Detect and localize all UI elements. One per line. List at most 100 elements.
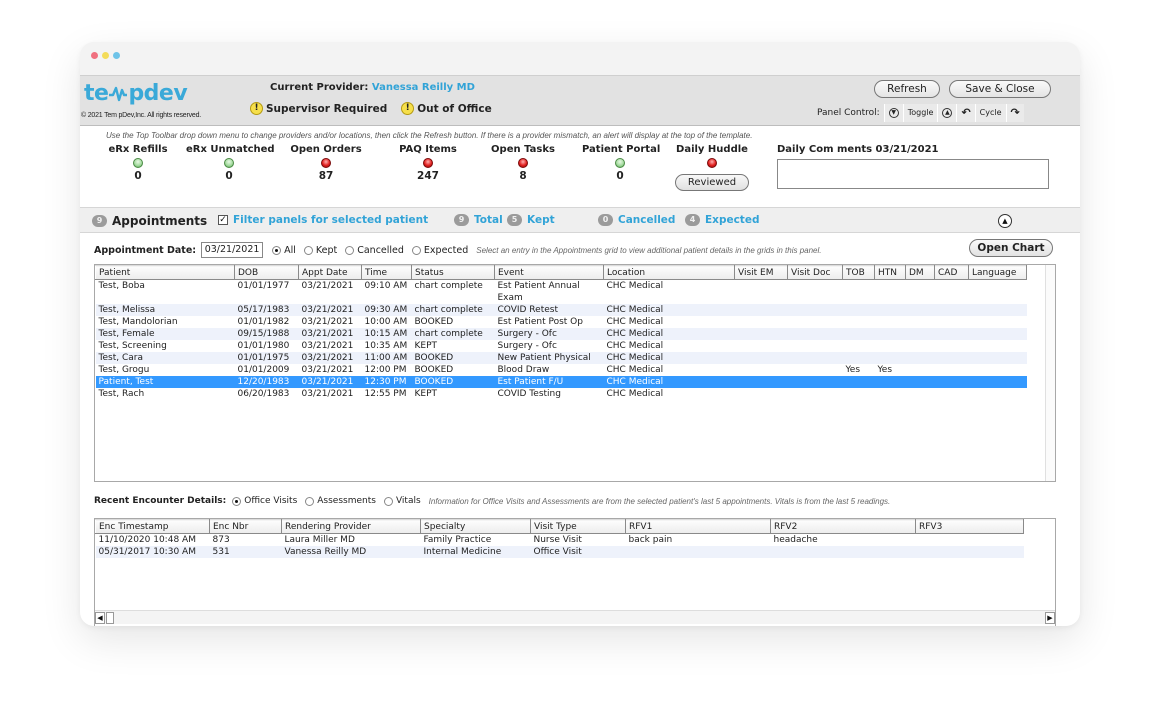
column-header[interactable]: Location xyxy=(603,265,735,280)
close-window-button[interactable] xyxy=(91,52,98,59)
column-header[interactable]: RFV3 xyxy=(915,519,1024,534)
radio-cancelled[interactable]: Cancelled xyxy=(345,245,404,256)
expand-all-button[interactable]: ▲ xyxy=(937,104,957,122)
table-cell xyxy=(770,546,916,558)
column-header[interactable]: Enc Timestamp xyxy=(95,519,210,534)
save-close-button[interactable]: Save & Close xyxy=(949,80,1051,98)
daily-comments-input[interactable] xyxy=(777,159,1049,189)
stat-patient-portal[interactable]: Patient Portal 0 xyxy=(582,144,660,182)
appointment-date-input[interactable]: 03/21/2021 xyxy=(201,242,264,258)
table-cell xyxy=(934,328,969,340)
encounter-hint: Information for Office Visits and Assess… xyxy=(428,496,891,506)
radio-office-visits[interactable]: Office Visits xyxy=(232,496,297,506)
cycle-forward-button[interactable]: ↷ xyxy=(1005,104,1024,122)
template-panel: te pdev © 2021 Tem pDev,Inc. All rights r… xyxy=(80,75,1080,626)
column-header[interactable]: RFV1 xyxy=(625,519,771,534)
encounter-row[interactable]: 05/31/2017 10:30 AM 531 Vanessa Reilly MD I… xyxy=(95,546,1024,558)
table-cell: headache xyxy=(773,535,818,545)
appointment-row[interactable]: Patient, Test 12/20/1983 03/21/2021 12:30 P… xyxy=(95,376,1027,388)
appointment-row[interactable]: Test, Mandolorian 01/01/1982 03/21/2021 10:… xyxy=(96,316,1027,328)
kept-filter[interactable]: 5 Kept xyxy=(507,214,555,226)
column-header[interactable]: CAD xyxy=(934,265,969,280)
stat-open-tasks[interactable]: Open Tasks 8 xyxy=(488,144,558,182)
column-header[interactable]: Status xyxy=(411,265,495,280)
minimize-window-button[interactable] xyxy=(102,52,109,59)
open-chart-button[interactable]: Open Chart xyxy=(969,239,1053,257)
column-header[interactable]: Enc Nbr xyxy=(209,519,282,534)
table-cell xyxy=(788,364,843,376)
stat-paq-items[interactable]: PAQ Items 247 xyxy=(393,144,463,182)
stat-erx-unmatched[interactable]: eRx Unmatched 0 xyxy=(186,144,275,182)
table-cell xyxy=(906,388,935,400)
appointments-vertical-scrollbar[interactable] xyxy=(1045,265,1055,481)
stat-erx-refills[interactable]: eRx Refills 0 xyxy=(108,144,168,182)
appointment-row[interactable]: Test, Female 09/15/1988 03/21/2021 10:15 AM… xyxy=(95,328,1027,340)
column-header[interactable]: Visit Doc xyxy=(787,265,843,280)
cancelled-filter[interactable]: 0 Cancelled xyxy=(598,214,675,226)
table-cell xyxy=(969,388,1027,400)
table-cell xyxy=(934,304,969,316)
cycle-back-button[interactable]: ↶ xyxy=(956,104,975,122)
total-filter[interactable]: 9 Total xyxy=(454,214,503,226)
appointment-row[interactable]: Test, Melissa 05/17/1983 03/21/2021 09:30 A… xyxy=(95,304,1027,316)
encounter-row[interactable]: 11/10/2020 10:48 AM 873 Laura Miller MD Fam… xyxy=(96,534,1024,547)
table-cell: BOOKED xyxy=(414,317,454,327)
appointment-row[interactable]: Test, Boba 01/01/1977 03/21/2021 09:10 AM ch… xyxy=(96,280,1027,305)
table-cell: COVID Testing xyxy=(497,389,561,399)
radio-vitals[interactable]: Vitals xyxy=(383,496,421,506)
stat-open-orders[interactable]: Open Orders 87 xyxy=(288,144,364,182)
table-cell xyxy=(735,280,788,305)
table-cell xyxy=(735,364,788,376)
table-cell xyxy=(905,352,935,364)
table-cell: CHC Medical xyxy=(606,365,664,375)
radio-expected[interactable]: Expected xyxy=(411,245,468,256)
column-header[interactable]: Visit Type xyxy=(530,519,626,534)
table-cell xyxy=(843,340,875,352)
refresh-button[interactable]: Refresh xyxy=(874,80,940,98)
reviewed-button[interactable]: Reviewed xyxy=(674,174,750,191)
column-header[interactable]: Event xyxy=(494,265,604,280)
column-header[interactable]: DM xyxy=(905,265,935,280)
appointment-row[interactable]: Test, Cara 01/01/1975 03/21/2021 11:00 AM BO… xyxy=(95,352,1027,364)
expected-label: Expected xyxy=(705,214,760,226)
table-cell: Est Patient Post Op xyxy=(497,317,583,327)
collapse-all-button[interactable]: ▼ xyxy=(883,104,903,122)
radio-label: Vitals xyxy=(395,496,421,506)
appointment-row[interactable]: Test, Screening 01/01/1980 03/21/2021 10:35… xyxy=(96,340,1027,352)
filter-selected-patient-checkbox[interactable]: ✓ Filter panels for selected patient xyxy=(218,214,428,226)
appointments-header: 9 Appointments xyxy=(92,214,207,228)
radio-kept[interactable]: Kept xyxy=(303,245,337,256)
column-header[interactable]: Time xyxy=(361,265,412,280)
table-cell xyxy=(735,316,788,328)
column-header[interactable]: Patient xyxy=(95,265,235,280)
column-header[interactable]: DOB xyxy=(234,265,299,280)
scroll-right-arrow-icon[interactable]: ▶ xyxy=(1045,612,1055,624)
column-header[interactable]: HTN xyxy=(874,265,906,280)
column-header[interactable]: Rendering Provider xyxy=(281,519,421,534)
scroll-left-arrow-icon[interactable]: ◀ xyxy=(95,612,105,624)
appointment-row[interactable]: Test, Rach 06/20/1983 03/21/2021 12:55 PM KE… xyxy=(96,388,1027,400)
toggle-button[interactable]: Toggle xyxy=(902,104,938,122)
column-header[interactable]: Visit EM xyxy=(734,265,788,280)
table-cell: 873 xyxy=(212,535,230,545)
table-cell xyxy=(787,376,843,388)
cycle-button[interactable]: Cycle xyxy=(974,104,1006,122)
column-header[interactable]: Appt Date xyxy=(298,265,362,280)
column-header[interactable]: TOB xyxy=(842,265,875,280)
table-cell: Est Patient Annual Exam xyxy=(497,281,580,303)
column-header[interactable]: RFV2 xyxy=(770,519,916,534)
table-cell xyxy=(969,316,1027,328)
table-cell xyxy=(905,328,935,340)
maximize-window-button[interactable] xyxy=(113,52,120,59)
column-header[interactable]: Language xyxy=(968,265,1027,280)
collapse-panel-button[interactable]: ▲ xyxy=(998,214,1012,228)
appointment-row[interactable]: Test, Grogu 01/01/2009 03/21/2021 12:00 PM B… xyxy=(96,364,1027,376)
stat-value: 0 xyxy=(225,170,233,182)
table-cell: New Patient Physical xyxy=(494,352,604,364)
radio-assessments[interactable]: Assessments xyxy=(305,496,376,506)
expected-filter[interactable]: 4 Expected xyxy=(685,214,759,226)
scrollbar-thumb[interactable] xyxy=(106,612,114,624)
radio-all[interactable]: All xyxy=(272,245,296,256)
column-header[interactable]: Specialty xyxy=(420,519,531,534)
encounters-horizontal-scrollbar[interactable]: ◀ ▶ xyxy=(95,610,1055,624)
